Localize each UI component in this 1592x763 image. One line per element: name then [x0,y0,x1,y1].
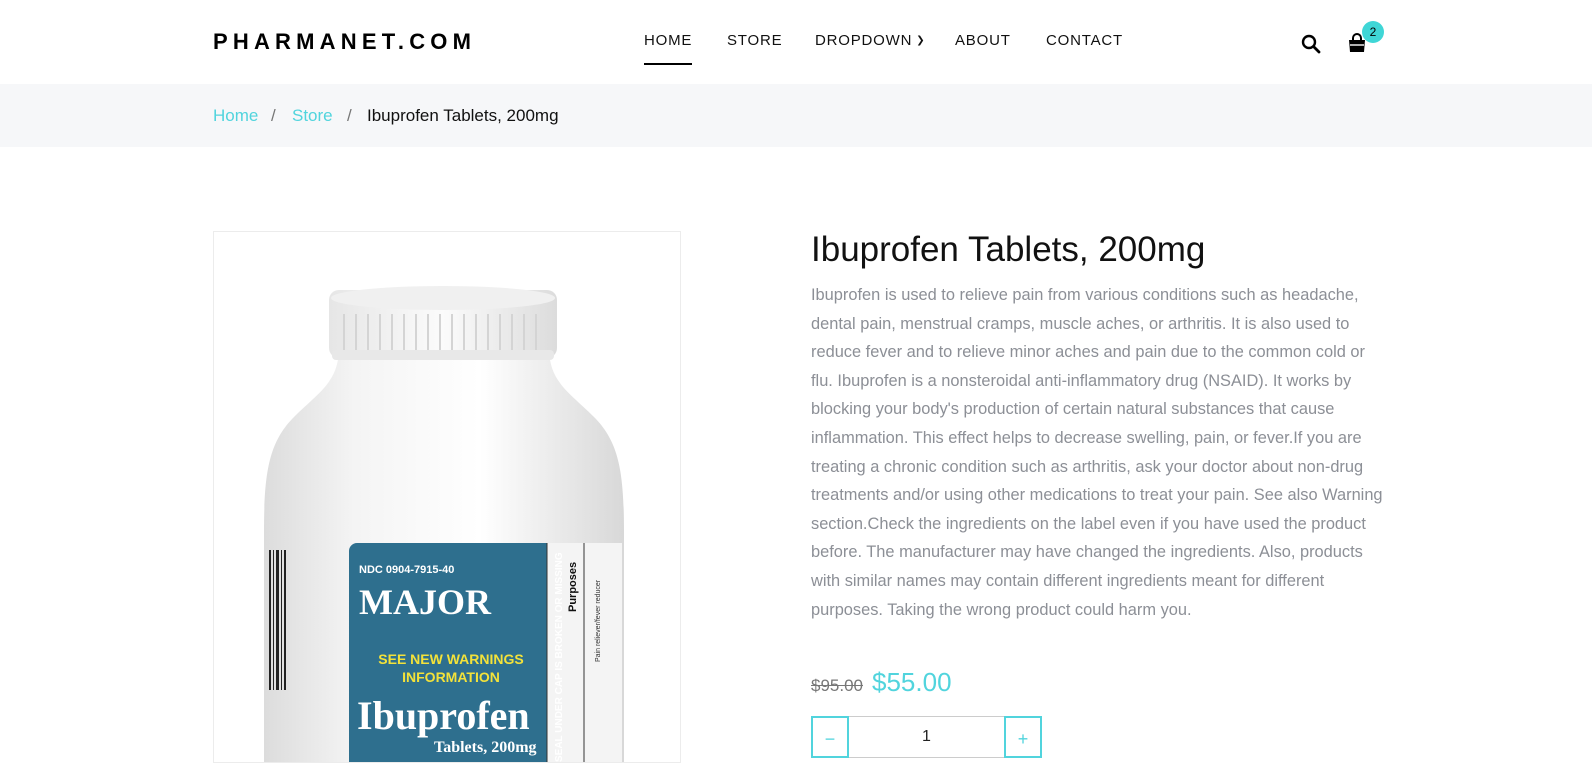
breadcrumb-home[interactable]: Home [213,106,258,126]
label-warning-line2: INFORMATION [402,669,500,685]
quantity-input[interactable] [849,716,1004,758]
breadcrumb: Home / Store / Ibuprofen Tablets, 200mg [0,84,1592,147]
quantity-stepper: − + [811,716,1042,758]
label-warning-line1: SEE NEW WARNINGS [378,651,523,667]
nav-dropdown-label: DROPDOWN [815,32,913,49]
breadcrumb-store[interactable]: Store [292,106,333,126]
sale-price: $55.00 [872,667,952,697]
product-title: Ibuprofen Tablets, 200mg [811,230,1206,269]
nav-store[interactable]: STORE [727,32,782,49]
breadcrumb-separator: / [347,106,352,125]
ibuprofen-bottle-image: NDC 0904-7915-40 MAJOR SEE NEW WARNINGS … [264,286,624,762]
search-icon[interactable] [1301,34,1321,54]
quantity-increase-button[interactable]: + [1004,716,1042,758]
breadcrumb-separator: / [271,106,276,125]
breadcrumb-current: Ibuprofen Tablets, 200mg [367,106,559,125]
product-image[interactable]: NDC 0904-7915-40 MAJOR SEE NEW WARNINGS … [213,231,681,763]
product-description: Ibuprofen is used to relieve pain from v… [811,286,1383,619]
label-purposes: Purposes [567,562,579,612]
quantity-decrease-button[interactable]: − [811,716,849,758]
label-brand: MAJOR [359,582,492,622]
site-logo[interactable]: PHARMANET.COM [213,29,476,55]
cart-count-badge: 2 [1362,21,1384,43]
nav-dropdown[interactable]: DROPDOWN ❯ [815,32,925,49]
nav-home[interactable]: HOME [644,32,693,65]
label-strength: Tablets, 200mg [434,739,537,756]
old-price: $95.00 [811,676,863,695]
label-purpose-item: Pain reliever/fever reducer [595,579,602,662]
label-seal-text: SEAL UNDER CAP IS BROKEN OR MISSING [554,552,565,762]
chevron-down-icon: ❯ [916,35,926,46]
nav-about[interactable]: ABOUT [955,32,1011,49]
nav-contact[interactable]: CONTACT [1046,32,1123,49]
label-ndc: NDC 0904-7915-40 [359,564,454,576]
site-header: PHARMANET.COM HOME STORE DROPDOWN ❯ ABOUT… [0,0,1592,84]
label-drug-name: Ibuprofen [357,693,530,738]
